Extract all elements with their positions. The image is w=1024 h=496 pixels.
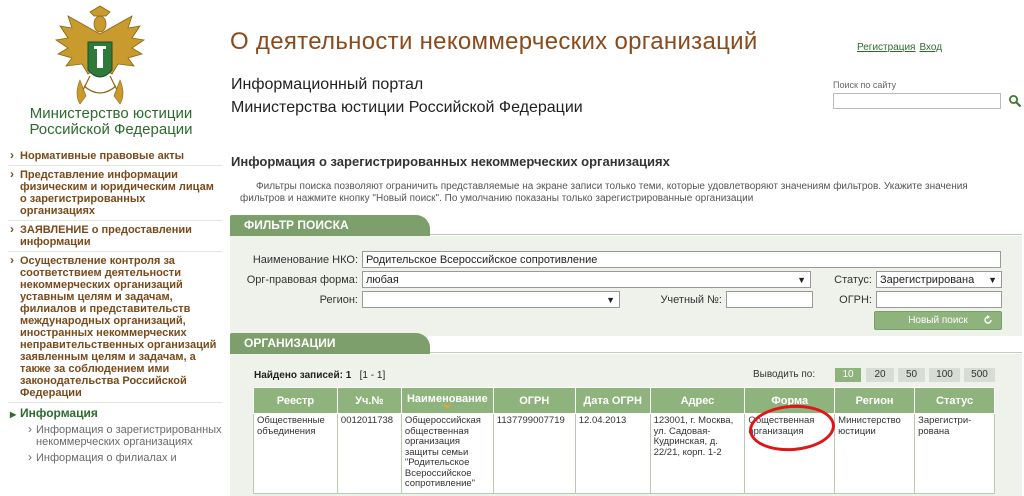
nav-subitem-registered-nko[interactable]: Информация о зарегистрированных некоммер… — [8, 423, 222, 450]
chevron-down-icon: ▼ — [988, 275, 997, 285]
per-page-option-100[interactable]: 100 — [929, 368, 960, 382]
orgs-section-header: ОРГАНИЗАЦИИ — [230, 333, 1022, 354]
org-form-select[interactable]: любая ▼ — [362, 271, 811, 288]
per-page-option-500[interactable]: 500 — [964, 368, 995, 382]
sort-indicator-icon — [443, 404, 452, 409]
cell-name[interactable]: Общероссийская общественная организация … — [400, 413, 494, 494]
cell-address: 123001, г. Москва, ул. Садовая-Кудринска… — [649, 413, 746, 494]
ministry-name-line1: Министерство юстиции — [29, 105, 193, 122]
status-label: Статус: — [834, 274, 872, 286]
table-row[interactable]: Общественные объединения 0012011738 Обще… — [253, 413, 995, 494]
per-page-label: Выводить по: — [753, 369, 816, 380]
cell-reg-number: 0012011738 — [336, 413, 402, 494]
portal-title-line2: Министерства юстиции Российской Федераци… — [231, 99, 583, 116]
per-page-option-50[interactable]: 50 — [898, 368, 925, 382]
new-search-button[interactable]: Новый поиск — [874, 311, 1002, 330]
records-found-count: 1 — [345, 370, 352, 381]
col-header-region[interactable]: Регион — [834, 387, 916, 414]
login-link[interactable]: Вход — [919, 42, 942, 53]
page-heading: Информация о зарегистрированных некоммер… — [231, 154, 670, 169]
status-value: Зарегистрирована — [880, 274, 975, 286]
per-page-option-10[interactable]: 10 — [835, 368, 861, 382]
col-header-reg-number[interactable]: Уч.№ — [336, 387, 402, 414]
site-title: О деятельности некоммерческих организаци… — [230, 28, 758, 55]
site-search-label: Поиск по сайту — [833, 80, 897, 90]
site-search-input[interactable] — [833, 93, 1001, 109]
table-header-row: Реестр Уч.№ Наименование ОГРН Дата ОГРН … — [253, 387, 995, 414]
cell-ogrn: 1137799007719 — [492, 413, 576, 494]
portal-title-line1: Информационный портал — [231, 76, 424, 93]
filter-section-header: ФИЛЬТР ПОИСКА — [230, 215, 1022, 236]
nav-subitem-branches[interactable]: Информация о филиалах и — [8, 451, 222, 466]
region-label: Регион: — [319, 294, 358, 306]
left-navigation: Нормативные правовые акты Представление … — [8, 147, 222, 466]
reg-number-input[interactable] — [726, 291, 813, 308]
chevron-down-icon: ▼ — [797, 275, 806, 285]
ministry-name: Министерство юстиции Российской Федераци… — [0, 106, 222, 138]
filter-section-title: ФИЛЬТР ПОИСКА — [230, 215, 430, 236]
col-header-address[interactable]: Адрес — [649, 387, 746, 414]
portal-title: Информационный портал Министерства юстиц… — [231, 73, 583, 119]
nav-item-application[interactable]: ЗАЯВЛЕНИЕ о предоставлении информации — [8, 221, 222, 252]
ministry-emblem — [54, 5, 146, 105]
filters-description: Фильтры поиска позволяют ограничить пред… — [240, 181, 968, 204]
nav-item-normative-acts[interactable]: Нормативные правовые акты — [8, 147, 222, 166]
col-header-registry[interactable]: Реестр — [253, 387, 338, 414]
nav-item-provide-info[interactable]: Представление информации физическим и юр… — [8, 166, 222, 221]
col-header-name[interactable]: Наименование — [400, 387, 494, 414]
orgs-section-title: ОРГАНИЗАЦИИ — [230, 333, 430, 354]
records-found-label: Найдено записей: — [254, 370, 343, 381]
records-range: [1 - 1] — [359, 370, 386, 381]
cell-ogrn-date: 12.04.2013 — [574, 413, 651, 494]
organizations-table: Реестр Уч.№ Наименование ОГРН Дата ОГРН … — [253, 387, 995, 494]
per-page-option-20[interactable]: 20 — [866, 368, 894, 382]
nav-item-information[interactable]: Информация — [8, 403, 222, 422]
nko-name-label: Наименование НКО: — [252, 254, 358, 266]
search-icon[interactable] — [1008, 94, 1022, 108]
records-found: Найдено записей: 1 [1 - 1] — [254, 370, 385, 381]
ogrn-input[interactable] — [876, 291, 1002, 308]
chevron-down-icon: ▼ — [606, 295, 615, 305]
cell-status: Зарегистри-рована — [914, 413, 995, 494]
cell-region: Министерство юстиции — [834, 413, 916, 494]
org-form-value: любая — [366, 274, 399, 286]
new-search-label: Новый поиск — [908, 315, 968, 326]
top-links: Регистрация Вход — [857, 42, 946, 53]
status-select[interactable]: Зарегистрирована ▼ — [876, 271, 1002, 288]
col-header-ogrn[interactable]: ОГРН — [492, 387, 576, 414]
ogrn-label: ОГРН: — [839, 294, 872, 306]
reg-number-label: Учетный №: — [660, 294, 722, 306]
cell-registry: Общественные объединения — [253, 413, 338, 494]
nko-name-input[interactable]: Родительское Всероссийское сопротивление — [362, 251, 1001, 268]
col-header-ogrn-date[interactable]: Дата ОГРН — [574, 387, 651, 414]
org-form-label: Орг-правовая форма: — [246, 274, 358, 286]
register-link[interactable]: Регистрация — [857, 42, 915, 53]
col-header-status[interactable]: Статус — [914, 387, 995, 414]
nav-item-control[interactable]: Осуществление контроля за соответствием … — [8, 252, 222, 403]
region-select[interactable]: ▼ — [362, 291, 620, 308]
refresh-icon — [984, 315, 992, 324]
ministry-name-line2: Российской Федерации — [29, 121, 193, 138]
